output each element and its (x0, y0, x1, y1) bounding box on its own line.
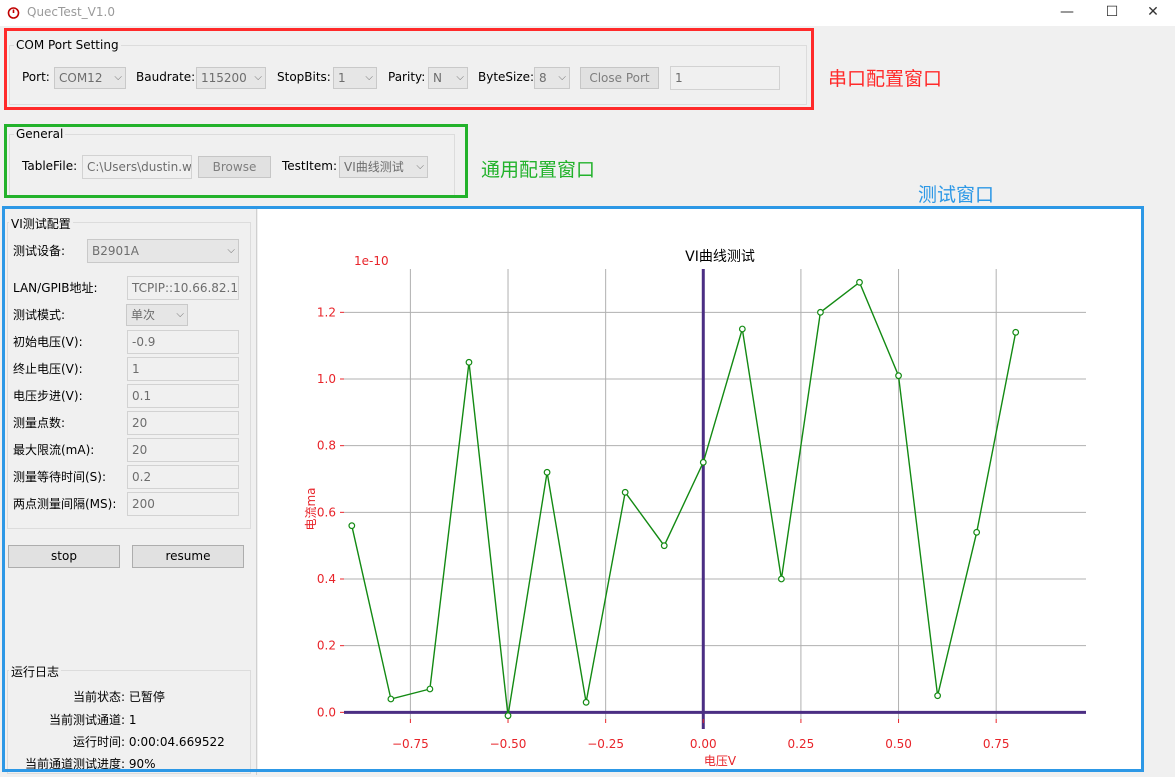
general-config-annotation: 通用配置窗口 (481, 159, 596, 181)
test-window-highlight (2, 206, 1144, 772)
serial-config-annotation: 串口配置窗口 (828, 68, 943, 90)
app-icon (7, 7, 20, 19)
title-bar (0, 0, 1175, 26)
general-config-highlight (4, 124, 468, 198)
test-window-annotation: 测试窗口 (918, 184, 995, 206)
serial-config-highlight (4, 28, 814, 110)
window-title: QuecTest_V1.0 (27, 5, 115, 19)
maximize-button[interactable]: ☐ (1089, 0, 1135, 26)
close-button[interactable]: ✕ (1130, 0, 1175, 26)
minimize-button[interactable]: — (1044, 0, 1090, 26)
